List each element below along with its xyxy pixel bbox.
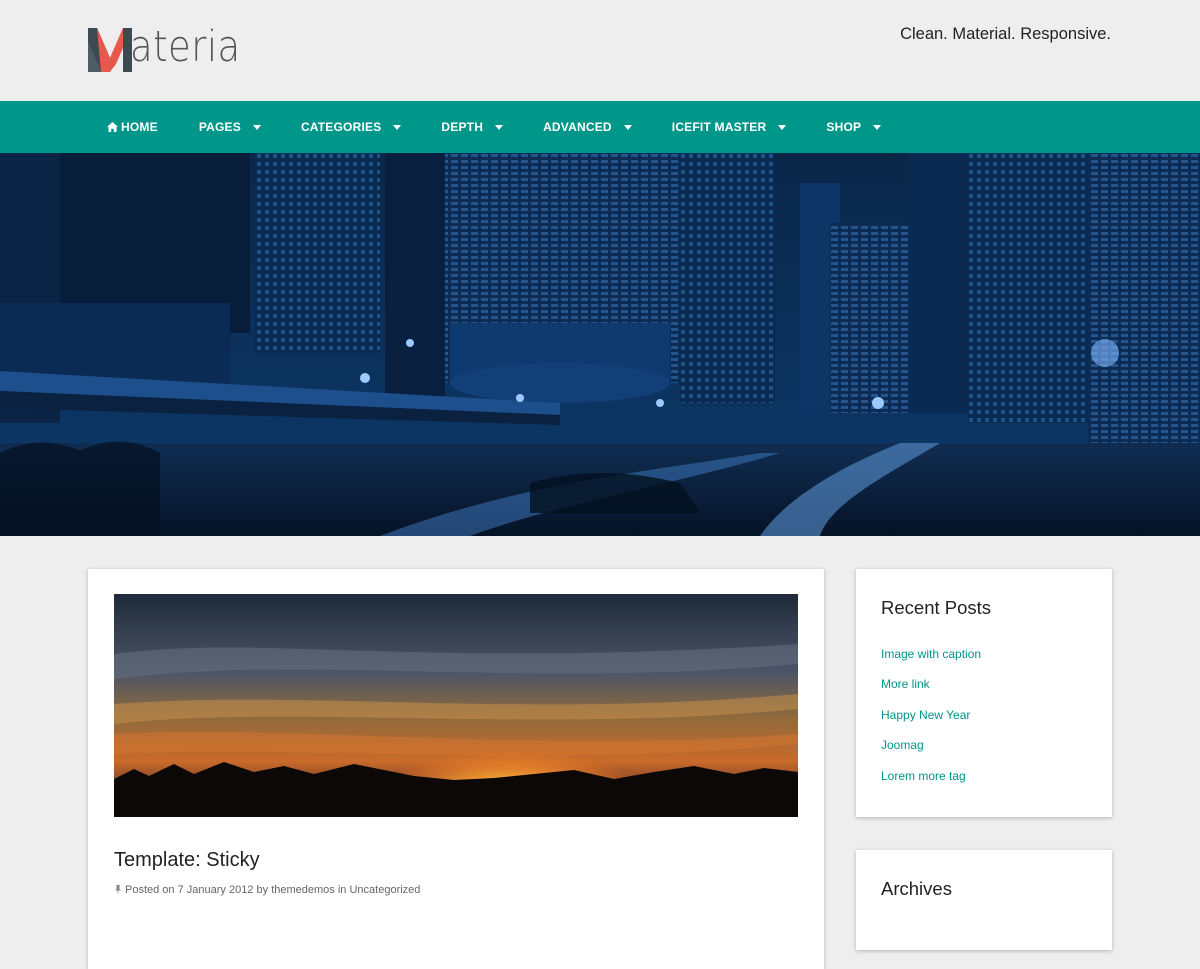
nav-label: Pages bbox=[198, 120, 241, 134]
recent-post-link[interactable]: Lorem more tag bbox=[881, 769, 966, 783]
list-item: Happy New Year bbox=[881, 708, 981, 738]
recent-post-link[interactable]: Happy New Year bbox=[881, 708, 970, 722]
city-night-image bbox=[0, 153, 1200, 536]
header-image bbox=[0, 153, 1200, 536]
nav-label: Depth bbox=[441, 120, 484, 134]
nav-label: Categories bbox=[300, 120, 382, 134]
caret-down-icon bbox=[252, 124, 261, 130]
site-tagline: Clean. Material. Responsive. bbox=[900, 25, 1111, 43]
post-meta-in: in bbox=[337, 884, 347, 896]
archives-widget: Archives bbox=[856, 850, 1112, 950]
post-featured-image[interactable] bbox=[114, 594, 798, 817]
logo-m-mark bbox=[88, 28, 132, 72]
list-item: Lorem more tag bbox=[881, 769, 981, 799]
recent-posts-widget: Recent Posts Image with caption More lin… bbox=[856, 569, 1112, 817]
post-date-link[interactable]: 7 January 2012 bbox=[178, 884, 254, 896]
caret-down-icon bbox=[495, 124, 504, 130]
post-title[interactable]: Template: Sticky bbox=[114, 849, 260, 872]
nav-label: Advanced bbox=[543, 120, 612, 134]
nav-label: Home bbox=[121, 120, 158, 134]
post-category-link[interactable]: Uncategorized bbox=[349, 884, 420, 896]
nav-item-shop[interactable]: Shop bbox=[806, 101, 901, 153]
recent-post-link[interactable]: Image with caption bbox=[881, 647, 981, 661]
nav-item-icefit-master[interactable]: Icefit Master bbox=[652, 101, 807, 153]
pin-icon bbox=[115, 885, 121, 895]
nav-label: Shop bbox=[826, 120, 862, 134]
post-meta: Posted on 7 January 2012 by themedemos i… bbox=[114, 884, 420, 896]
site-logo[interactable]: ateria bbox=[88, 22, 259, 72]
caret-down-icon bbox=[393, 124, 402, 130]
nav-item-pages[interactable]: Pages bbox=[178, 101, 281, 153]
home-icon bbox=[107, 122, 118, 132]
site-header: ateria Clean. Material. Responsive. bbox=[0, 0, 1200, 101]
recent-post-link[interactable]: Joomag bbox=[881, 738, 924, 752]
widget-title: Recent Posts bbox=[881, 597, 992, 618]
list-item: More link bbox=[881, 677, 981, 707]
nav-item-home[interactable]: Home bbox=[88, 101, 178, 153]
nav-item-depth[interactable]: Depth bbox=[421, 101, 523, 153]
nav-item-categories[interactable]: Categories bbox=[281, 101, 421, 153]
site-title: ateria bbox=[130, 22, 241, 72]
nav-menu: Home Pages Categories Depth Advanced Ice… bbox=[0, 101, 1200, 153]
post-author-link[interactable]: themedemos bbox=[271, 884, 335, 896]
post-card: Template: Sticky Posted on 7 January 201… bbox=[88, 569, 824, 969]
caret-down-icon bbox=[873, 124, 882, 130]
main-navigation: Home Pages Categories Depth Advanced Ice… bbox=[0, 101, 1200, 153]
list-item: Image with caption bbox=[881, 647, 981, 677]
sunset-image bbox=[114, 594, 798, 817]
widget-title: Archives bbox=[881, 878, 952, 899]
caret-down-icon bbox=[623, 124, 632, 130]
nav-item-advanced[interactable]: Advanced bbox=[523, 101, 652, 153]
caret-down-icon bbox=[778, 124, 787, 130]
post-meta-by: by bbox=[256, 884, 269, 896]
recent-posts-list: Image with caption More link Happy New Y… bbox=[881, 647, 981, 799]
post-meta-prefix: Posted on bbox=[125, 884, 175, 896]
list-item: Joomag bbox=[881, 738, 981, 768]
recent-post-link[interactable]: More link bbox=[881, 677, 930, 691]
nav-label: Icefit Master bbox=[671, 120, 767, 134]
